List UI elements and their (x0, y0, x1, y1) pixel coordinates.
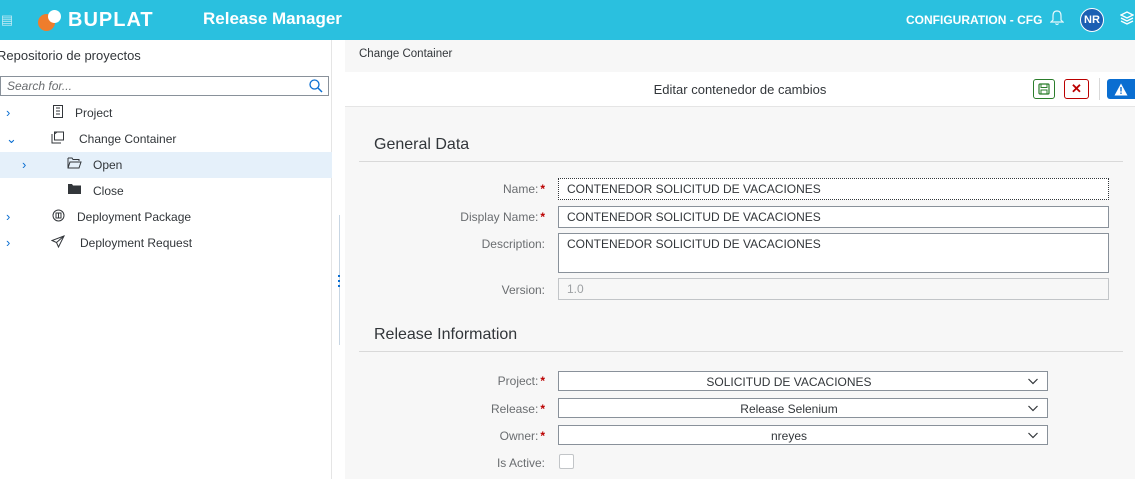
app-title: Release Manager (203, 9, 342, 28)
project-label: Project: * (497, 374, 545, 388)
save-button[interactable] (1033, 79, 1055, 99)
tree-item-label: Project (75, 106, 113, 120)
chevron-down-icon[interactable]: ⌄ (6, 132, 18, 145)
cancel-button[interactable]: ✕ (1064, 79, 1089, 99)
tree-item-label: Deployment Package (77, 210, 192, 224)
required-marker: * (540, 374, 545, 388)
breadcrumb[interactable]: Change Container (359, 48, 452, 60)
release-select[interactable]: Release Selenium (558, 398, 1048, 418)
closed-folder-icon (66, 183, 82, 199)
owner-label: Owner: * (499, 429, 545, 443)
warning-icon (1114, 83, 1128, 95)
configuration-label[interactable]: CONFIGURATION - CFG (906, 13, 1042, 27)
description-field[interactable]: CONTENEDOR SOLICITUD DE VACACIONES (558, 233, 1109, 273)
section-title-general: General Data (374, 136, 470, 153)
send-icon (50, 235, 66, 251)
project-icon (50, 105, 66, 121)
tree-item-project[interactable]: › Project (0, 100, 332, 126)
repository-panel: Repositorio de proyectos › Project ⌄ Cha… (0, 40, 332, 479)
toolbar: Editar contenedor de cambios ✕ (345, 72, 1135, 107)
package-icon (50, 209, 66, 225)
release-label: Release: * (490, 402, 545, 416)
avatar[interactable]: NR (1080, 8, 1104, 32)
required-marker: * (540, 429, 545, 443)
chevron-down-icon[interactable] (1027, 402, 1039, 414)
owner-select-value: nreyes (770, 429, 808, 443)
open-folder-icon (66, 157, 82, 173)
owner-select[interactable]: nreyes (558, 425, 1048, 445)
display-name-label: Display Name: * (460, 210, 545, 224)
chevron-down-icon[interactable] (1027, 375, 1039, 387)
notification-icon[interactable] (1049, 10, 1065, 29)
logo-text: BUPLAT (68, 8, 154, 31)
close-icon: ✕ (1071, 81, 1082, 96)
section-title-release: Release Information (374, 326, 518, 343)
name-field[interactable]: CONTENEDOR SOLICITUD DE VACACIONES (558, 178, 1109, 200)
tree-item-open[interactable]: › Open (0, 152, 332, 178)
description-label: Description: (481, 237, 545, 251)
project-select[interactable]: SOLICITUD DE VACACIONES (558, 371, 1048, 391)
search-input[interactable] (1, 77, 301, 95)
tree-item-label: Deployment Request (80, 236, 193, 250)
warning-button[interactable] (1107, 79, 1135, 99)
chevron-right-icon[interactable]: › (6, 106, 18, 119)
tree-item-label: Close (93, 184, 124, 198)
required-marker: * (540, 210, 545, 224)
tree-item-label: Open (93, 158, 123, 172)
section-divider (359, 351, 1123, 352)
detail-panel: Change Container Editar contenedor de ca… (345, 40, 1135, 479)
section-divider (359, 161, 1123, 162)
layers-icon[interactable] (1119, 10, 1135, 29)
search-icon[interactable] (308, 78, 324, 94)
required-marker: * (540, 402, 545, 416)
save-icon (1038, 83, 1050, 95)
chevron-right-icon[interactable]: › (6, 210, 18, 223)
display-name-field[interactable]: CONTENEDOR SOLICITUD DE VACACIONES (558, 206, 1109, 228)
required-marker: * (540, 182, 545, 196)
toolbar-separator (1099, 78, 1100, 100)
shell-header: ▤ BUPLAT Release Manager CONFIGURATION -… (0, 0, 1135, 40)
version-label: Version: (501, 283, 545, 297)
release-select-value: Release Selenium (740, 402, 838, 416)
name-label: Name: * (502, 182, 545, 196)
version-field: 1.0 (558, 278, 1109, 300)
chevron-right-icon[interactable]: › (22, 158, 34, 171)
page-title: Editar contenedor de cambios (653, 82, 827, 97)
chevron-down-icon[interactable] (1027, 429, 1039, 441)
splitter-handle[interactable] (338, 275, 340, 291)
tree-item-change-container[interactable]: ⌄ Change Container (0, 126, 332, 152)
panel-title: Repositorio de proyectos (0, 48, 141, 63)
tree-item-deployment-package[interactable]: › Deployment Package (0, 204, 332, 230)
logo: BUPLAT (38, 8, 154, 32)
tree-item-label: Change Container (79, 132, 177, 146)
menu-icon[interactable]: ▤ (0, 10, 14, 30)
search-box[interactable] (0, 76, 329, 96)
project-tree: › Project ⌄ Change Container › Open Clos… (0, 100, 332, 256)
change-container-icon (50, 131, 66, 147)
is-active-label: Is Active: (496, 456, 545, 470)
chevron-right-icon[interactable]: › (6, 236, 18, 249)
tree-item-deployment-request[interactable]: › Deployment Request (0, 230, 332, 256)
project-select-value: SOLICITUD DE VACACIONES (706, 375, 872, 389)
logo-mark (38, 8, 66, 32)
is-active-checkbox[interactable] (559, 454, 574, 469)
tree-item-close[interactable]: Close (0, 178, 332, 204)
